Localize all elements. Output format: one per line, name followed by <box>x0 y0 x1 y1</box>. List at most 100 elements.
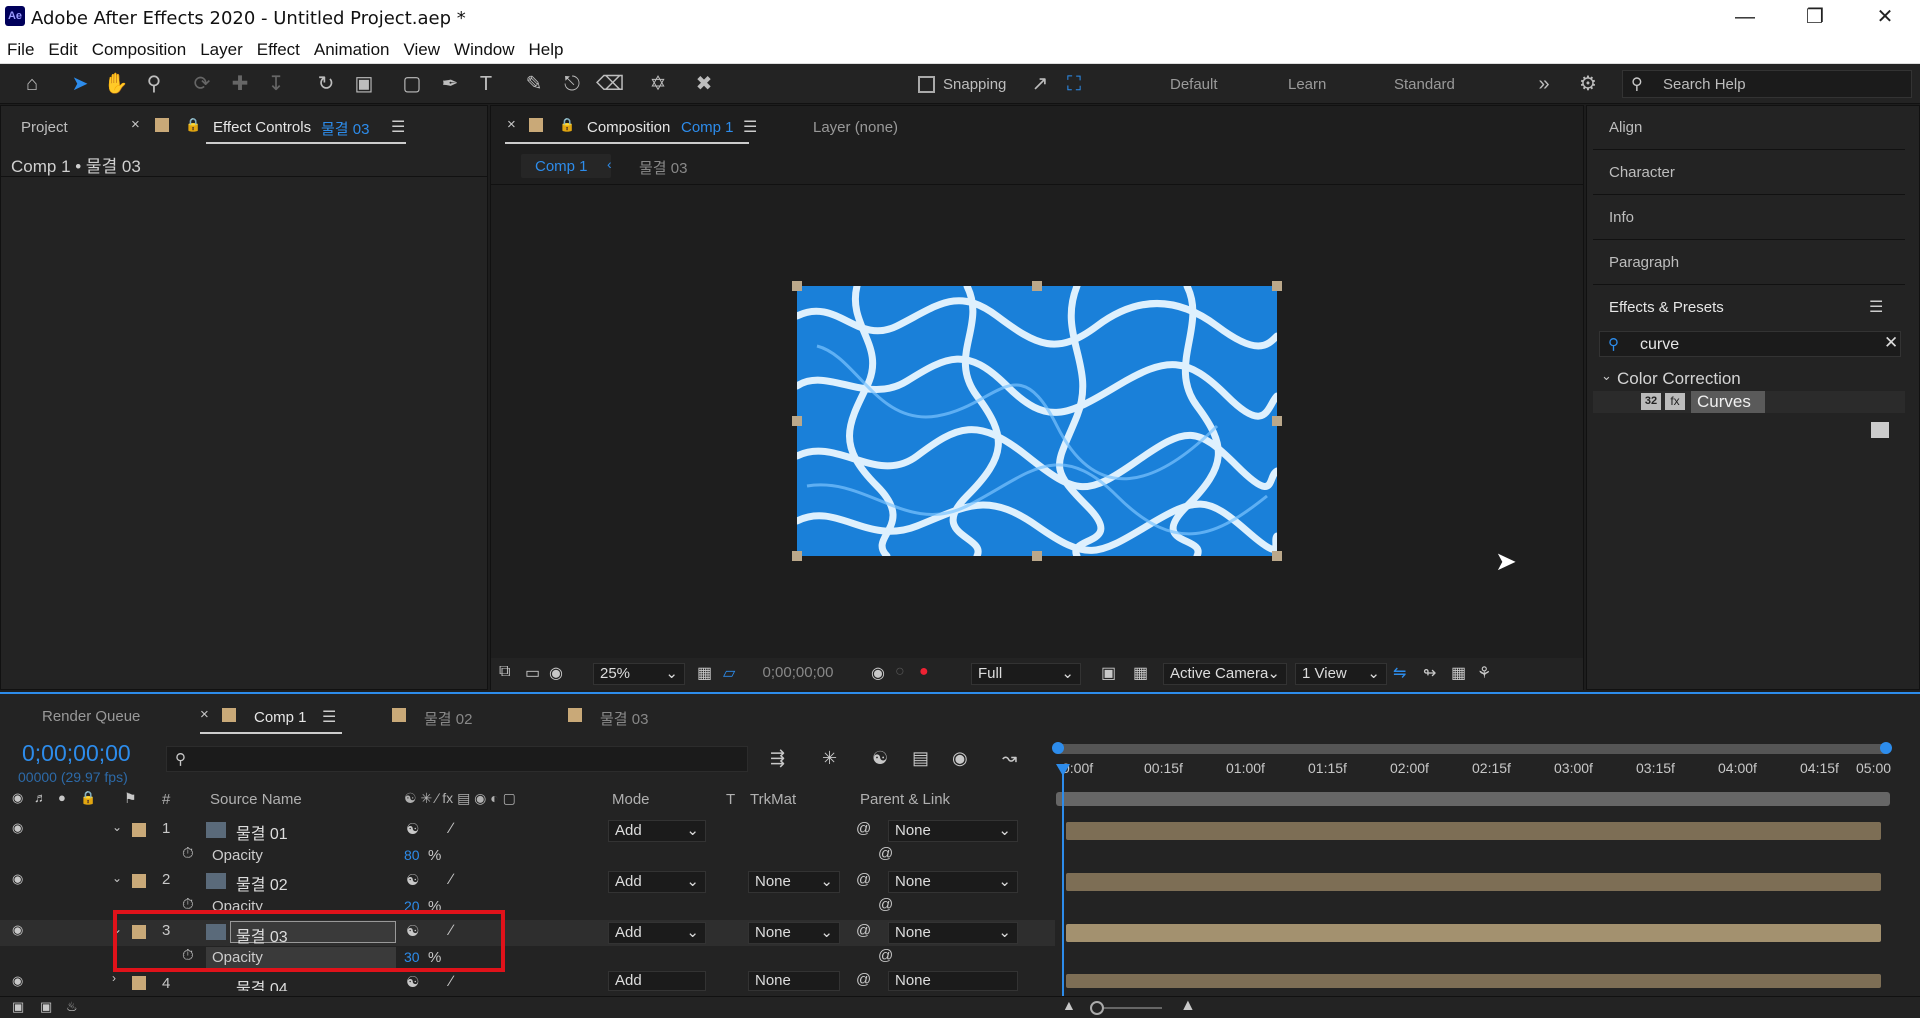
trkmat-dropdown[interactable]: None <box>748 971 840 991</box>
snapshot-camera-icon[interactable]: ◉ <box>871 663 885 683</box>
snap-feature-icon[interactable]: ⛶ <box>1060 70 1088 98</box>
visibility-eye-icon[interactable]: ◉ <box>12 973 23 989</box>
panel-menu-icon[interactable]: ☰ <box>743 117 757 137</box>
time-ruler[interactable]: 0:00f 00:15f 01:00f 01:15f 02:00f 02:15f… <box>1056 760 1891 780</box>
mode-dropdown[interactable]: Add ⌄ <box>608 820 706 842</box>
rectangle-tool-icon[interactable]: ▢ <box>398 70 426 98</box>
lock-icon[interactable]: 🔒 <box>80 790 96 806</box>
close-tab-icon[interactable]: × <box>200 706 209 723</box>
solo-icon[interactable]: ● <box>58 790 66 805</box>
mode-dropdown[interactable]: Add ⌄ <box>608 871 706 893</box>
shy-layers-icon[interactable]: ☯ <box>872 748 888 769</box>
workspace-standard[interactable]: Standard <box>1394 76 1455 93</box>
transform-handle[interactable] <box>1272 416 1282 426</box>
tab-mulgyeol-02[interactable]: 물결 02 <box>424 708 472 729</box>
menu-animation[interactable]: Animation <box>307 36 397 60</box>
new-preset-icon[interactable] <box>1871 422 1889 438</box>
align-panel-header[interactable]: Align <box>1609 119 1642 136</box>
chevron-down-icon[interactable]: ⌄ <box>112 871 122 885</box>
draft-3d-icon[interactable]: ✳ <box>822 748 837 769</box>
layer-row[interactable]: ◉ ⌄ 2 물결 02 ☯ ∕ Add ⌄ None ⌄ @ None ⌄ <box>0 869 1055 895</box>
type-tool-icon[interactable]: T <box>472 70 500 98</box>
workspace-learn[interactable]: Learn <box>1288 76 1326 93</box>
panel-menu-icon[interactable]: ☰ <box>322 707 336 727</box>
work-area-end-handle[interactable] <box>1880 742 1892 754</box>
snap-options-icon[interactable]: ↗ <box>1026 70 1054 98</box>
zoom-dropdown[interactable]: 25% ⌄ <box>593 663 685 685</box>
column-source-name[interactable]: Source Name <box>210 791 302 808</box>
pickwhip-icon[interactable]: @ <box>856 820 871 837</box>
tab-composition[interactable]: Composition <box>587 119 670 136</box>
hand-tool-icon[interactable]: ✋ <box>102 70 130 98</box>
minimize-button[interactable]: — <box>1710 0 1780 36</box>
effect-result-row[interactable]: 32 fx Curves <box>1593 391 1905 413</box>
menu-layer[interactable]: Layer <box>193 36 250 60</box>
eye-icon[interactable]: ◉ <box>12 790 23 806</box>
motion-blur-icon[interactable]: ◉ <box>952 748 968 769</box>
nav-comp-chip[interactable]: Comp 1 ‹ <box>521 154 612 178</box>
layer-name[interactable]: 물결 01 <box>236 820 288 844</box>
visibility-eye-icon[interactable]: ◉ <box>12 820 23 836</box>
label-color-swatch[interactable] <box>132 874 146 888</box>
visibility-eye-icon[interactable]: ◉ <box>12 871 23 887</box>
timeline-current-time[interactable]: 0;00;00;00 <box>22 740 131 767</box>
stopwatch-icon[interactable]: ⏱ <box>182 845 194 862</box>
tab-project[interactable]: Project <box>21 119 68 136</box>
zoom-tool-icon[interactable]: ⚲ <box>140 70 168 98</box>
shy-switch-icon[interactable]: ☯ <box>406 820 419 838</box>
tab-comp-1[interactable]: Comp 1 <box>254 709 307 726</box>
tab-render-queue[interactable]: Render Queue <box>42 708 140 725</box>
pickwhip-icon[interactable]: @ <box>856 971 871 988</box>
home-icon[interactable]: ⌂ <box>18 70 46 98</box>
pan-behind-icon[interactable]: ▣ <box>350 70 378 98</box>
layer-duration-bar[interactable] <box>1066 924 1881 942</box>
effect-category[interactable]: Color Correction <box>1617 369 1741 389</box>
shy-switch-icon[interactable]: ☯ <box>406 871 419 889</box>
label-color-swatch[interactable] <box>132 823 146 837</box>
transform-handle[interactable] <box>1272 551 1282 561</box>
monitor-icon[interactable]: ▭ <box>525 663 540 683</box>
view-layout-dropdown[interactable]: 1 View ⌄ <box>1295 663 1387 685</box>
transparency-grid-icon[interactable]: ▦ <box>1133 663 1148 683</box>
transform-handle[interactable] <box>1272 281 1282 291</box>
graph-editor-icon[interactable]: ↝ <box>1002 748 1017 769</box>
parent-dropdown[interactable]: None ⌄ <box>888 871 1018 893</box>
tab-layer[interactable]: Layer (none) <box>813 119 898 136</box>
more-workspaces-icon[interactable]: » <box>1530 70 1558 98</box>
mode-dropdown[interactable]: Add <box>608 971 706 991</box>
timeline-search-input[interactable]: ⚲ <box>166 746 748 772</box>
timeline-icon[interactable]: ▦ <box>1451 663 1466 683</box>
clear-search-icon[interactable]: ✕ <box>1884 333 1898 353</box>
lock-icon[interactable]: 🔒 <box>559 117 575 133</box>
transform-handle[interactable] <box>792 416 802 426</box>
mode-dropdown[interactable]: Add ⌄ <box>608 922 706 944</box>
roto-brush-icon[interactable]: ✡ <box>644 70 672 98</box>
info-panel-header[interactable]: Info <box>1609 209 1634 226</box>
show-snapshot-icon[interactable]: ○ <box>895 663 905 681</box>
label-tag-icon[interactable]: ⚑ <box>124 790 137 807</box>
camera-dropdown[interactable]: Active Camera ⌄ <box>1163 663 1287 685</box>
clone-stamp-icon[interactable]: ⎋ <box>558 70 586 98</box>
fast-preview-options-icon[interactable]: ↬ <box>1423 663 1436 683</box>
flowchart-icon[interactable]: ⚘ <box>1477 663 1491 683</box>
parent-dropdown[interactable]: None <box>888 971 1018 991</box>
transform-handle[interactable] <box>792 281 802 291</box>
shy-switch-icon[interactable]: ☯ <box>406 973 419 991</box>
chevron-down-icon[interactable]: ⌄ <box>112 820 122 834</box>
close-tab-icon[interactable]: × <box>131 116 140 133</box>
audio-icon[interactable]: ♬ <box>34 790 47 805</box>
layer-switches-toggle-icon[interactable]: ▣ <box>12 999 24 1015</box>
restore-button[interactable]: ❐ <box>1780 0 1850 36</box>
channel-rgb-icon[interactable]: ● <box>919 663 929 681</box>
current-time-display[interactable]: 0;00;00;00 <box>751 663 845 685</box>
layer-name[interactable]: 물결 04 <box>236 975 288 991</box>
pickwhip-icon[interactable]: @ <box>856 922 871 939</box>
sync-settings-icon[interactable]: ⚙ <box>1574 70 1602 98</box>
brush-tool-icon[interactable]: ✎ <box>520 70 548 98</box>
mask-visibility-icon[interactable]: ◉ <box>549 663 563 683</box>
layer-duration-bar[interactable] <box>1066 822 1881 840</box>
toggle-pixel-aspect-icon[interactable]: ⇋ <box>1393 663 1406 683</box>
rotation-tool-icon[interactable]: ↻ <box>312 70 340 98</box>
property-value[interactable]: 80 <box>404 847 420 863</box>
comp-mini-flowchart-icon[interactable]: ⇶ <box>770 748 785 769</box>
